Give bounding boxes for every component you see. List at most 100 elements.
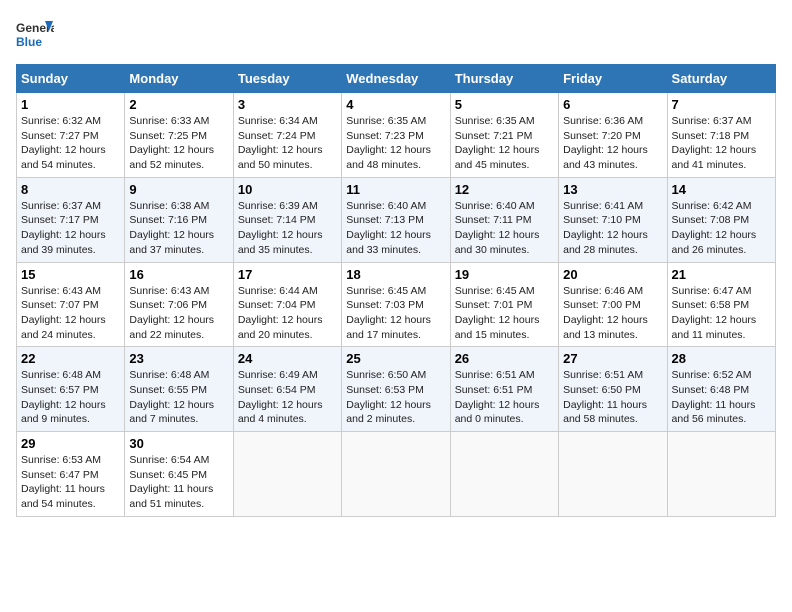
- calendar-cell: 29 Sunrise: 6:53 AMSunset: 6:47 PMDayligh…: [17, 432, 125, 517]
- day-info: Sunrise: 6:49 AMSunset: 6:54 PMDaylight:…: [238, 368, 337, 427]
- calendar-cell: 28Sunrise: 6:52 AMSunset: 6:48 PMDayligh…: [667, 347, 775, 432]
- day-number: 26: [455, 351, 554, 366]
- day-of-week-header: Sunday: [17, 65, 125, 93]
- day-number: 19: [455, 267, 554, 282]
- logo-graphic: General Blue: [16, 16, 54, 54]
- calendar-cell: 17 Sunrise: 6:44 AMSunset: 7:04 PMDayligh…: [233, 262, 341, 347]
- calendar-cell: 10 Sunrise: 6:39 AMSunset: 7:14 PMDayligh…: [233, 177, 341, 262]
- calendar-cell: 11 Sunrise: 6:40 AMSunset: 7:13 PMDayligh…: [342, 177, 450, 262]
- day-info: Sunrise: 6:37 AMSunset: 7:17 PMDaylight:…: [21, 199, 120, 258]
- day-number: 18: [346, 267, 445, 282]
- calendar-cell: 18 Sunrise: 6:45 AMSunset: 7:03 PMDayligh…: [342, 262, 450, 347]
- day-info: Sunrise: 6:51 AMSunset: 6:51 PMDaylight:…: [455, 368, 554, 427]
- day-number: 11: [346, 182, 445, 197]
- calendar-cell: 7 Sunrise: 6:37 AMSunset: 7:18 PMDaylight…: [667, 93, 775, 178]
- calendar-cell: 24Sunrise: 6:49 AMSunset: 6:54 PMDayligh…: [233, 347, 341, 432]
- calendar-cell: [233, 432, 341, 517]
- page-header: General Blue: [16, 16, 776, 54]
- day-of-week-header: Friday: [559, 65, 667, 93]
- day-info: Sunrise: 6:39 AMSunset: 7:14 PMDaylight:…: [238, 199, 337, 258]
- day-number: 17: [238, 267, 337, 282]
- calendar-cell: [667, 432, 775, 517]
- day-number: 14: [672, 182, 771, 197]
- day-info: Sunrise: 6:50 AMSunset: 6:53 PMDaylight:…: [346, 368, 445, 427]
- calendar-cell: 14 Sunrise: 6:42 AMSunset: 7:08 PMDayligh…: [667, 177, 775, 262]
- calendar-cell: 9 Sunrise: 6:38 AMSunset: 7:16 PMDaylight…: [125, 177, 233, 262]
- day-number: 1: [21, 97, 120, 112]
- day-number: 30: [129, 436, 228, 451]
- logo: General Blue: [16, 16, 54, 54]
- day-info: Sunrise: 6:43 AMSunset: 7:06 PMDaylight:…: [129, 284, 228, 343]
- day-info: Sunrise: 6:34 AMSunset: 7:24 PMDaylight:…: [238, 114, 337, 173]
- day-of-week-header: Wednesday: [342, 65, 450, 93]
- calendar-cell: 22Sunrise: 6:48 AMSunset: 6:57 PMDayligh…: [17, 347, 125, 432]
- calendar-cell: 30 Sunrise: 6:54 AMSunset: 6:45 PMDayligh…: [125, 432, 233, 517]
- calendar-table: SundayMondayTuesdayWednesdayThursdayFrid…: [16, 64, 776, 517]
- calendar-cell: 15Sunrise: 6:43 AMSunset: 7:07 PMDayligh…: [17, 262, 125, 347]
- calendar-cell: 4 Sunrise: 6:35 AMSunset: 7:23 PMDaylight…: [342, 93, 450, 178]
- day-info: Sunrise: 6:33 AMSunset: 7:25 PMDaylight:…: [129, 114, 228, 173]
- svg-text:Blue: Blue: [16, 35, 42, 49]
- day-info: Sunrise: 6:48 AMSunset: 6:57 PMDaylight:…: [21, 368, 120, 427]
- day-number: 29: [21, 436, 120, 451]
- calendar-cell: [342, 432, 450, 517]
- day-info: Sunrise: 6:54 AMSunset: 6:45 PMDaylight:…: [129, 453, 228, 512]
- calendar-cell: 27 Sunrise: 6:51 AMSunset: 6:50 PMDayligh…: [559, 347, 667, 432]
- day-number: 15: [21, 267, 120, 282]
- day-info: Sunrise: 6:53 AMSunset: 6:47 PMDaylight:…: [21, 453, 120, 512]
- day-info: Sunrise: 6:45 AMSunset: 7:03 PMDaylight:…: [346, 284, 445, 343]
- day-number: 27: [563, 351, 662, 366]
- calendar-cell: 12 Sunrise: 6:40 AMSunset: 7:11 PMDayligh…: [450, 177, 558, 262]
- day-info: Sunrise: 6:42 AMSunset: 7:08 PMDaylight:…: [672, 199, 771, 258]
- calendar-cell: 21 Sunrise: 6:47 AMSunset: 6:58 PMDayligh…: [667, 262, 775, 347]
- day-info: Sunrise: 6:47 AMSunset: 6:58 PMDaylight:…: [672, 284, 771, 343]
- day-number: 23: [129, 351, 228, 366]
- day-number: 13: [563, 182, 662, 197]
- day-info: Sunrise: 6:40 AMSunset: 7:13 PMDaylight:…: [346, 199, 445, 258]
- day-info: Sunrise: 6:36 AMSunset: 7:20 PMDaylight:…: [563, 114, 662, 173]
- calendar-week-row: 1Sunrise: 6:32 AMSunset: 7:27 PMDaylight…: [17, 93, 776, 178]
- day-of-week-header: Tuesday: [233, 65, 341, 93]
- day-number: 12: [455, 182, 554, 197]
- calendar-cell: 20 Sunrise: 6:46 AMSunset: 7:00 PMDayligh…: [559, 262, 667, 347]
- calendar-cell: 26 Sunrise: 6:51 AMSunset: 6:51 PMDayligh…: [450, 347, 558, 432]
- calendar-week-row: 22Sunrise: 6:48 AMSunset: 6:57 PMDayligh…: [17, 347, 776, 432]
- day-info: Sunrise: 6:38 AMSunset: 7:16 PMDaylight:…: [129, 199, 228, 258]
- day-info: Sunrise: 6:37 AMSunset: 7:18 PMDaylight:…: [672, 114, 771, 173]
- day-info: Sunrise: 6:51 AMSunset: 6:50 PMDaylight:…: [563, 368, 662, 427]
- calendar-cell: 5Sunrise: 6:35 AMSunset: 7:21 PMDaylight…: [450, 93, 558, 178]
- calendar-cell: [450, 432, 558, 517]
- day-info: Sunrise: 6:35 AMSunset: 7:23 PMDaylight:…: [346, 114, 445, 173]
- calendar-cell: 25 Sunrise: 6:50 AMSunset: 6:53 PMDayligh…: [342, 347, 450, 432]
- day-number: 3: [238, 97, 337, 112]
- day-info: Sunrise: 6:45 AMSunset: 7:01 PMDaylight:…: [455, 284, 554, 343]
- calendar-cell: [559, 432, 667, 517]
- day-number: 20: [563, 267, 662, 282]
- day-number: 16: [129, 267, 228, 282]
- day-number: 8: [21, 182, 120, 197]
- day-info: Sunrise: 6:35 AMSunset: 7:21 PMDaylight:…: [455, 114, 554, 173]
- day-number: 4: [346, 97, 445, 112]
- calendar-week-row: 8 Sunrise: 6:37 AMSunset: 7:17 PMDaylight…: [17, 177, 776, 262]
- day-number: 25: [346, 351, 445, 366]
- day-number: 10: [238, 182, 337, 197]
- calendar-week-row: 15Sunrise: 6:43 AMSunset: 7:07 PMDayligh…: [17, 262, 776, 347]
- calendar-header: SundayMondayTuesdayWednesdayThursdayFrid…: [17, 65, 776, 93]
- day-info: Sunrise: 6:44 AMSunset: 7:04 PMDaylight:…: [238, 284, 337, 343]
- day-info: Sunrise: 6:40 AMSunset: 7:11 PMDaylight:…: [455, 199, 554, 258]
- day-number: 9: [129, 182, 228, 197]
- day-number: 2: [129, 97, 228, 112]
- day-number: 6: [563, 97, 662, 112]
- calendar-cell: 16 Sunrise: 6:43 AMSunset: 7:06 PMDayligh…: [125, 262, 233, 347]
- day-of-week-header: Monday: [125, 65, 233, 93]
- day-of-week-header: Saturday: [667, 65, 775, 93]
- day-info: Sunrise: 6:48 AMSunset: 6:55 PMDaylight:…: [129, 368, 228, 427]
- day-number: 21: [672, 267, 771, 282]
- calendar-cell: 23 Sunrise: 6:48 AMSunset: 6:55 PMDayligh…: [125, 347, 233, 432]
- day-info: Sunrise: 6:41 AMSunset: 7:10 PMDaylight:…: [563, 199, 662, 258]
- logo-svg: General Blue: [16, 16, 54, 54]
- calendar-cell: 2 Sunrise: 6:33 AMSunset: 7:25 PMDaylight…: [125, 93, 233, 178]
- day-number: 7: [672, 97, 771, 112]
- calendar-week-row: 29 Sunrise: 6:53 AMSunset: 6:47 PMDayligh…: [17, 432, 776, 517]
- day-info: Sunrise: 6:46 AMSunset: 7:00 PMDaylight:…: [563, 284, 662, 343]
